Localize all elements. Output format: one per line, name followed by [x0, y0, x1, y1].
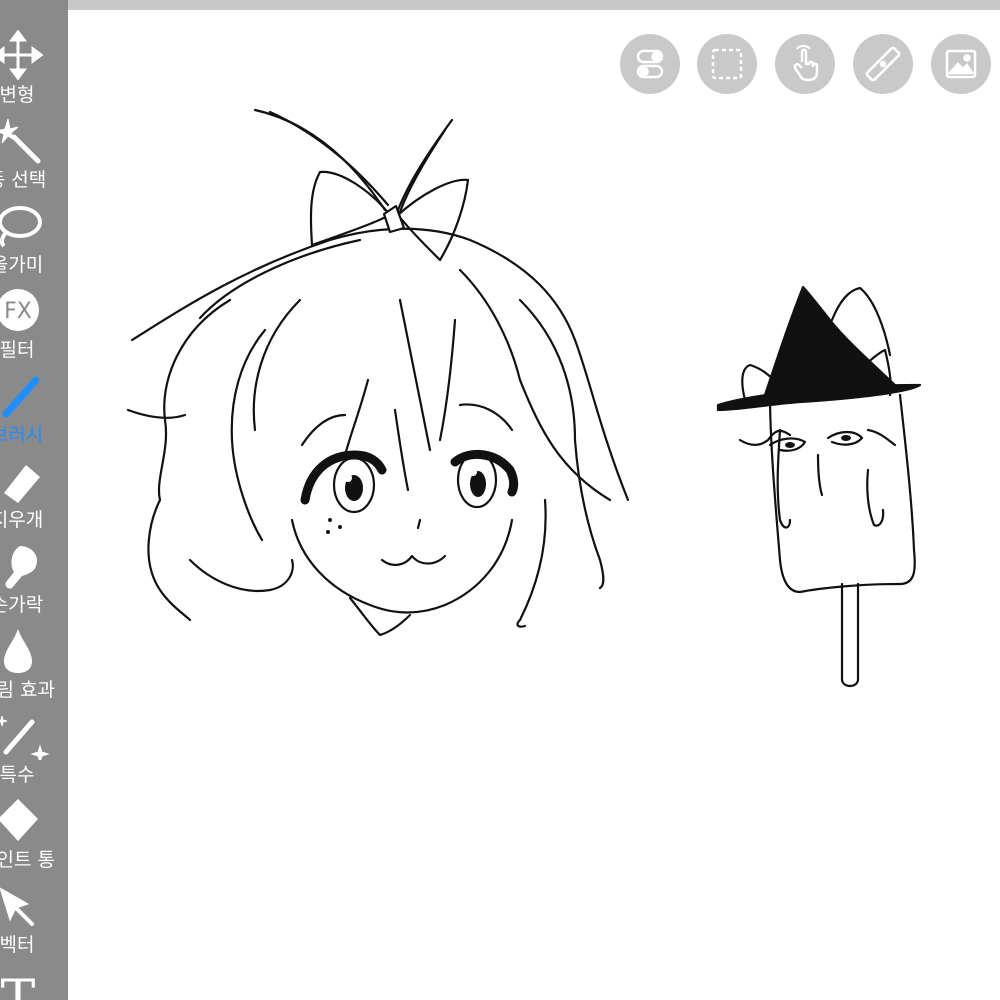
- tool-transform[interactable]: 변형: [0, 22, 68, 107]
- smudge-finger-icon: [5, 546, 38, 589]
- fx-icon: FX: [0, 289, 39, 331]
- image-icon: [945, 49, 977, 79]
- tool-label: 지우개: [0, 509, 44, 531]
- girl-hair-right-inner: [458, 268, 612, 502]
- girl-chin-neck: [348, 596, 412, 637]
- cat-hair-right: [866, 428, 897, 447]
- girl-hair-inner-left2: [252, 298, 302, 432]
- tool-label: 벡터: [0, 934, 35, 956]
- quick-action-toggle-button[interactable]: [620, 34, 680, 94]
- witch-hat-cone: [763, 285, 902, 397]
- girl-hair-left: [147, 298, 232, 622]
- eraser-icon: [4, 465, 40, 503]
- cat-drip-right: [866, 468, 885, 527]
- girl-hair-inner-left: [230, 328, 267, 542]
- girl-bangs-3: [438, 318, 457, 442]
- tool-brush[interactable]: 브러시: [0, 362, 68, 447]
- canvas-artwork: [126, 108, 922, 688]
- blur-drop-icon: [4, 629, 32, 673]
- girl-hair-strand: [198, 238, 362, 320]
- tool-magic-wand[interactable]: 동 선택: [0, 107, 68, 192]
- tool-label: 브러시: [0, 424, 44, 446]
- girl-freckle-3: [326, 530, 330, 534]
- svg-text:T: T: [1, 970, 36, 1000]
- girl-hair-right-lower: [516, 498, 547, 628]
- selection-icon: [711, 48, 743, 80]
- tool-sidebar: 변형 동 선택 올가미 FX 필터 브러시 지우개: [0, 0, 68, 1000]
- ribbon-tail-right2: [398, 128, 447, 214]
- quick-action-touch-button[interactable]: [775, 34, 835, 94]
- cat-mouth: [816, 453, 824, 497]
- girl-bangs-2: [398, 298, 432, 452]
- tool-label: 동 선택: [0, 169, 47, 191]
- girl-hair-right: [518, 298, 605, 590]
- girl-hair-left-tuft: [126, 408, 187, 419]
- ruler-icon: [865, 46, 901, 82]
- tool-text[interactable]: T: [0, 957, 68, 1000]
- girl-bangs-4: [393, 408, 410, 492]
- tool-eraser[interactable]: 지우개: [0, 447, 68, 532]
- girl-right-eye-highlight: [469, 468, 477, 476]
- tool-label: 손가락: [0, 594, 44, 616]
- paint-bucket-icon: [0, 799, 38, 841]
- tool-label: 올가미: [0, 254, 44, 276]
- tool-vector[interactable]: 벡터: [0, 872, 68, 957]
- girl-hair-outline: [130, 227, 630, 502]
- tool-special[interactable]: 특수: [0, 702, 68, 787]
- witch-hat-brim: [716, 383, 922, 412]
- lasso-icon: [0, 206, 42, 248]
- tool-lasso[interactable]: 올가미: [0, 192, 68, 277]
- quick-action-image-button[interactable]: [931, 34, 991, 94]
- girl-face-outline: [290, 518, 514, 614]
- vector-cursor-icon: [0, 887, 34, 926]
- tool-paint-bucket[interactable]: 페인트 통: [0, 787, 68, 872]
- tool-label: 특수: [0, 764, 35, 786]
- ribbon-tail-left: [253, 108, 387, 212]
- tool-smudge[interactable]: 손가락: [0, 532, 68, 617]
- girl-freckle-2: [338, 525, 342, 529]
- girl-bangs-1: [343, 378, 370, 457]
- tool-label: 필터: [0, 339, 35, 361]
- move-icon: [0, 30, 44, 80]
- toggle-icon: [636, 49, 664, 79]
- girl-mouth: [380, 554, 447, 566]
- tool-label: 변형: [0, 84, 35, 106]
- quick-action-selection-button[interactable]: [697, 34, 757, 94]
- quick-action-ruler-button[interactable]: [853, 34, 913, 94]
- girl-left-eye-highlight: [344, 474, 352, 482]
- popsicle-stick: [840, 582, 860, 688]
- girl-bangs-5: [300, 413, 347, 447]
- brush-icon: [2, 376, 40, 418]
- tool-blur[interactable]: 흐림 효과: [0, 617, 68, 702]
- touch-gesture-icon: [793, 45, 819, 82]
- text-tool-icon: T: [1, 970, 36, 1000]
- special-sparkle-icon: [0, 715, 50, 760]
- cat-pupil-left: [785, 442, 795, 448]
- girl-nose: [416, 518, 422, 530]
- cat-pupil-right: [841, 435, 851, 441]
- tool-filter[interactable]: FX 필터: [0, 277, 68, 362]
- girl-hair-lower-left: [188, 558, 294, 593]
- popsicle-body: [768, 393, 916, 594]
- tool-label: 페인트 통: [0, 849, 55, 871]
- svg-text:FX: FX: [4, 299, 32, 324]
- girl-bangs-6: [458, 403, 514, 432]
- cat-hair: [738, 429, 792, 446]
- magic-wand-icon: [0, 118, 41, 164]
- girl-freckle-1: [328, 518, 332, 522]
- tool-label: 흐림 효과: [0, 679, 55, 701]
